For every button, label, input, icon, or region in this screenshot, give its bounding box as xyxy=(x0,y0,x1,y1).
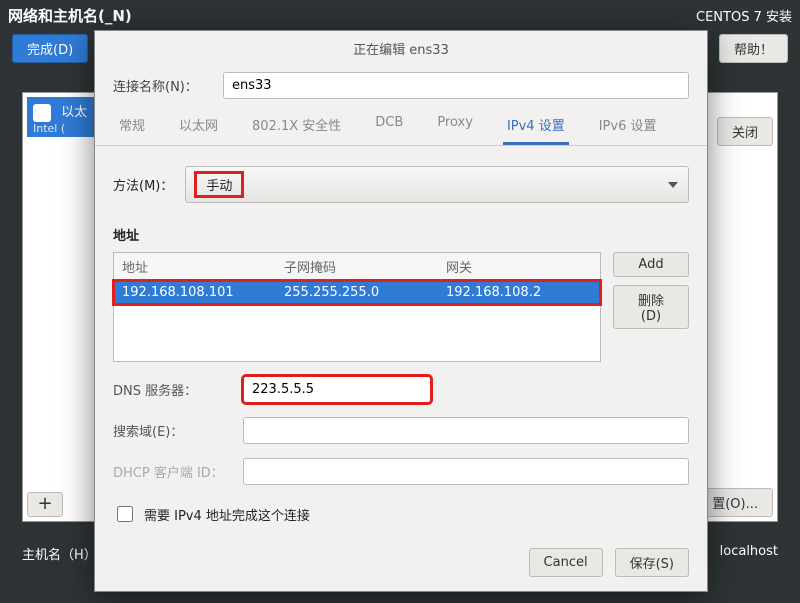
dhcp-client-id-input xyxy=(243,458,689,485)
device-vendor: Intel ( xyxy=(33,122,91,135)
cell-address: 192.168.108.101 xyxy=(114,281,276,304)
cancel-button[interactable]: Cancel xyxy=(529,548,603,577)
tab-ipv6[interactable]: IPv6 设置 xyxy=(595,105,661,145)
address-header: 地址 子网掩码 网关 xyxy=(114,253,600,281)
col-address: 地址 xyxy=(114,253,276,280)
address-wrapper: 地址 子网掩码 网关 192.168.108.101 255.255.255.0… xyxy=(113,252,689,362)
tab-ipv4[interactable]: IPv4 设置 xyxy=(503,105,569,145)
dns-label: DNS 服务器： xyxy=(113,380,233,399)
connection-name-row: 连接名称(N)： xyxy=(95,66,707,105)
cell-gateway: 192.168.108.2 xyxy=(438,281,600,304)
add-address-button[interactable]: Add xyxy=(613,252,689,277)
hostname-label: 主机名（H） xyxy=(22,544,97,563)
method-row: 方法(M)： 手动 xyxy=(113,162,689,221)
tab-general[interactable]: 常规 xyxy=(115,105,149,145)
connection-name-input[interactable] xyxy=(223,72,689,99)
save-button[interactable]: 保存(S) xyxy=(615,548,689,577)
require-ipv4-label: 需要 IPv4 地址完成这个连接 xyxy=(144,505,310,524)
dialog-footer: Cancel 保存(S) xyxy=(95,534,707,591)
configure-button[interactable]: 置(O)... xyxy=(697,488,773,517)
tab-dcb[interactable]: DCB xyxy=(371,105,407,145)
tab-ethernet[interactable]: 以太网 xyxy=(175,105,222,145)
switch-close-button[interactable]: 关闭 xyxy=(717,117,773,146)
delete-address-button[interactable]: 删除(D) xyxy=(613,285,689,329)
method-dropdown[interactable]: 手动 xyxy=(185,166,689,203)
installer-name: CENTOS 7 安装 xyxy=(696,6,792,25)
help-button[interactable]: 帮助！ xyxy=(719,34,788,63)
add-device-button[interactable]: + xyxy=(27,492,63,517)
done-button[interactable]: 完成(D) xyxy=(12,34,88,63)
require-ipv4-checkbox[interactable] xyxy=(117,506,133,522)
search-domain-label: 搜索域(E)： xyxy=(113,421,233,440)
col-gateway: 网关 xyxy=(438,253,600,280)
connection-name-label: 连接名称(N)： xyxy=(113,76,213,95)
address-row[interactable]: 192.168.108.101 255.255.255.0 192.168.10… xyxy=(114,281,600,304)
dhcp-client-id-label: DHCP 客户端 ID： xyxy=(113,462,233,481)
tab-proxy[interactable]: Proxy xyxy=(433,105,477,145)
dhcp-client-id-row: DHCP 客户端 ID： xyxy=(113,458,689,485)
tab-bar: 常规 以太网 802.1X 安全性 DCB Proxy IPv4 设置 IPv6… xyxy=(95,105,707,146)
dialog-title: 正在编辑 ens33 xyxy=(95,31,707,66)
device-label: 以太 xyxy=(61,105,87,120)
require-ipv4-row: 需要 IPv4 地址完成这个连接 xyxy=(113,503,689,525)
address-buttons: Add 删除(D) xyxy=(613,252,689,329)
col-netmask: 子网掩码 xyxy=(276,253,438,280)
installer-topbar: 网络和主机名(_N) CENTOS 7 安装 xyxy=(0,0,800,30)
hostname-value: localhost xyxy=(720,544,778,563)
address-section-label: 地址 xyxy=(113,225,689,244)
search-domain-row: 搜索域(E)： xyxy=(113,417,689,444)
method-value: 手动 xyxy=(196,173,242,196)
ipv4-settings-pane: 方法(M)： 手动 地址 地址 子网掩码 网关 192.168.108.101 … xyxy=(95,146,707,534)
edit-connection-dialog: 正在编辑 ens33 连接名称(N)： 常规 以太网 802.1X 安全性 DC… xyxy=(94,30,708,592)
dns-input[interactable] xyxy=(243,376,431,403)
device-card[interactable]: 以太 Intel ( xyxy=(27,97,97,137)
search-domain-input[interactable] xyxy=(243,417,689,444)
address-table[interactable]: 地址 子网掩码 网关 192.168.108.101 255.255.255.0… xyxy=(113,252,601,362)
cell-netmask: 255.255.255.0 xyxy=(276,281,438,304)
chevron-down-icon xyxy=(668,182,678,188)
dns-row: DNS 服务器： xyxy=(113,376,689,403)
ethernet-icon xyxy=(33,104,51,122)
tab-8021x[interactable]: 802.1X 安全性 xyxy=(248,105,345,145)
screen-title: 网络和主机名(_N) xyxy=(8,5,132,26)
method-label: 方法(M)： xyxy=(113,175,173,194)
